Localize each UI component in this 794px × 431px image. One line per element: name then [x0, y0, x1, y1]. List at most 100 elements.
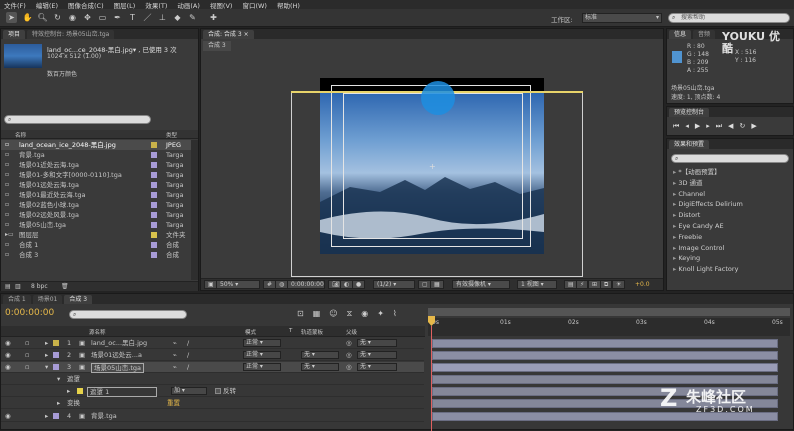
help-search-input[interactable]: ⌕ 搜索帮助: [668, 13, 790, 23]
pan-behind-tool-icon[interactable]: ✥: [82, 12, 93, 23]
comp-mini-flowchart-icon[interactable]: ⊡: [297, 309, 313, 318]
project-item[interactable]: ▫ land_ocean_ice_2048-黑白.jpg JPEG: [1, 140, 191, 150]
draft-3d-icon[interactable]: ▦: [313, 309, 330, 318]
label-color-swatch[interactable]: [151, 192, 157, 198]
views-select[interactable]: 1 视图 ▾: [517, 280, 557, 289]
project-search-input[interactable]: ⌕: [4, 115, 151, 124]
work-area-bar[interactable]: [428, 308, 790, 316]
layer-bar-3[interactable]: [432, 363, 778, 372]
effects-category[interactable]: Image Control: [667, 243, 793, 254]
motion-blur-icon[interactable]: ◉: [361, 309, 377, 318]
graph-editor-icon[interactable]: ⌇: [393, 309, 406, 318]
timeline-tabs-0[interactable]: 合成 1: [3, 295, 31, 304]
expand-chevron-icon[interactable]: ▾: [45, 362, 48, 373]
layer-name[interactable]: 背景.tga: [91, 411, 117, 422]
timeline-layer-row[interactable]: ◉ ▫ ▸ 2 ▣ 场景01远处云...a ⌁ / 正常 ▾ 无 ▾ ◎ 无 ▾: [1, 350, 424, 361]
mask-color-swatch[interactable]: [77, 388, 83, 394]
project-item[interactable]: ▫ 背景.tga Targa: [1, 150, 191, 160]
timeline-property-row[interactable]: ▸ 变换 重置: [1, 398, 424, 409]
eye-icon[interactable]: ◉: [5, 350, 11, 361]
project-tabs-1[interactable]: 特效控制台: 场景05山峦.tga: [27, 30, 115, 39]
transform-reset-link[interactable]: 重置: [167, 398, 180, 409]
project-item[interactable]: ▸▭ 图层层 文件夹: [1, 230, 191, 240]
pen-tool-icon[interactable]: ✒: [112, 12, 123, 23]
comp-subtab[interactable]: 合成 3: [203, 41, 231, 51]
rect-mask-tool-icon[interactable]: ▭: [97, 12, 108, 23]
solo-icon[interactable]: ▫: [25, 350, 29, 361]
rotate-tool-icon[interactable]: ↻: [52, 12, 63, 23]
camera-tool-icon[interactable]: ◉: [67, 12, 78, 23]
ram-preview-icon[interactable]: ▶: [751, 122, 762, 130]
first-frame-icon[interactable]: ⏮: [673, 122, 685, 130]
interpret-icon[interactable]: ▤: [5, 283, 11, 290]
brush-tool-icon[interactable]: ／: [142, 12, 153, 23]
project-item[interactable]: ▫ 合成 3 合成: [1, 250, 191, 260]
transparency-grid-icon[interactable]: ▦: [430, 280, 444, 289]
info-tabs-0[interactable]: 信息: [669, 30, 692, 39]
layer-mode-select[interactable]: 正常 ▾: [243, 339, 281, 347]
workspace-select[interactable]: 标准 ▾: [582, 13, 662, 23]
solo-icon[interactable]: ▫: [25, 362, 29, 373]
effects-category[interactable]: Eye Candy AE: [667, 221, 793, 232]
loop-icon[interactable]: ↻: [739, 122, 751, 130]
layer-name[interactable]: land_oc...黑白.jpg: [91, 338, 147, 349]
effects-category[interactable]: 3D 通道: [667, 178, 793, 189]
layer-trkmat-select[interactable]: 无 ▾: [301, 363, 339, 371]
pickwhip-icon[interactable]: ◎: [346, 350, 352, 361]
play-icon[interactable]: ▶: [695, 122, 706, 130]
layer-name[interactable]: 场景01远处云...a: [91, 350, 142, 361]
fast-preview-icon[interactable]: ⚡: [576, 280, 589, 289]
project-scrollbar[interactable]: [191, 140, 198, 280]
project-tabs-0[interactable]: 项目: [3, 30, 26, 39]
expand-chevron-icon[interactable]: ▸: [67, 386, 70, 397]
effects-tab[interactable]: 效果和预置: [669, 140, 710, 149]
pickwhip-icon[interactable]: ◎: [346, 362, 352, 373]
eraser-tool-icon[interactable]: ◆: [172, 12, 183, 23]
preview-tab[interactable]: 预览控制台: [669, 108, 710, 117]
layer-label-swatch[interactable]: [53, 413, 59, 419]
resolution-select[interactable]: (1/2) ▾: [373, 280, 415, 289]
solo-icon[interactable]: ▫: [25, 338, 29, 349]
new-folder-icon[interactable]: ▥: [15, 283, 21, 290]
layer-bar-1[interactable]: [432, 339, 778, 348]
layer-bar-mask[interactable]: [432, 375, 778, 384]
project-item[interactable]: ▫ 场景05山峦.tga Targa: [1, 220, 191, 230]
layer-label-swatch[interactable]: [53, 352, 59, 358]
layer-mode-select[interactable]: 正常 ▾: [243, 363, 281, 371]
zoom-tool-icon[interactable]: 🔍︎: [37, 12, 48, 23]
project-item[interactable]: ▫ 场景01近处云海.tga Targa: [1, 160, 191, 170]
effects-category[interactable]: Channel: [667, 189, 793, 200]
brainstorm-icon[interactable]: ✦: [377, 309, 393, 318]
label-color-swatch[interactable]: [151, 232, 157, 238]
project-item[interactable]: ▫ 场景02远处风景.tga Targa: [1, 210, 191, 220]
project-item[interactable]: ▫ 场景01-多和文字[0000-0110].tga Targa: [1, 170, 191, 180]
effects-search-input[interactable]: ⌕: [671, 154, 789, 163]
layer-parent-select[interactable]: 无 ▾: [357, 351, 397, 359]
layer-bar-2[interactable]: [432, 351, 778, 360]
col-mode[interactable]: 模式: [245, 328, 256, 336]
label-color-swatch[interactable]: [151, 142, 157, 148]
timeline-layer-row[interactable]: ◉ ▫ ▸ 1 ▣ land_oc...黑白.jpg ⌁ / 正常 ▾ ◎ 无 ▾: [1, 338, 424, 349]
layer-switch-icon[interactable]: ⌁: [173, 362, 177, 373]
mask-name[interactable]: 遮罩 1: [87, 387, 157, 397]
shy-icon[interactable]: ☺: [329, 309, 346, 318]
effects-category[interactable]: DigiEffects Delirium: [667, 199, 793, 210]
anchor-point-icon[interactable]: +: [429, 162, 436, 171]
label-color-swatch[interactable]: [151, 252, 157, 258]
layer-name[interactable]: 场景05山峦.tga: [91, 363, 144, 373]
label-color-swatch[interactable]: [151, 172, 157, 178]
col-source-name[interactable]: 源名称: [89, 328, 106, 336]
timeline-property-row[interactable]: ▾ 遮罩: [1, 374, 424, 385]
layer-quality-icon[interactable]: /: [187, 350, 189, 361]
exposure-value[interactable]: +0.0: [635, 281, 650, 288]
col-name[interactable]: 名称: [15, 131, 26, 139]
hand-tool-icon[interactable]: ✋: [22, 12, 33, 23]
expand-chevron-icon[interactable]: ▸: [45, 411, 48, 422]
label-color-swatch[interactable]: [151, 212, 157, 218]
label-color-swatch[interactable]: [151, 182, 157, 188]
bpc-label[interactable]: 8 bpc: [31, 283, 48, 290]
label-color-swatch[interactable]: [151, 162, 157, 168]
eye-icon[interactable]: ◉: [5, 338, 11, 349]
puppet-tool-icon[interactable]: ✚: [208, 12, 219, 23]
project-item[interactable]: ▫ 合成 1 合成: [1, 240, 191, 250]
